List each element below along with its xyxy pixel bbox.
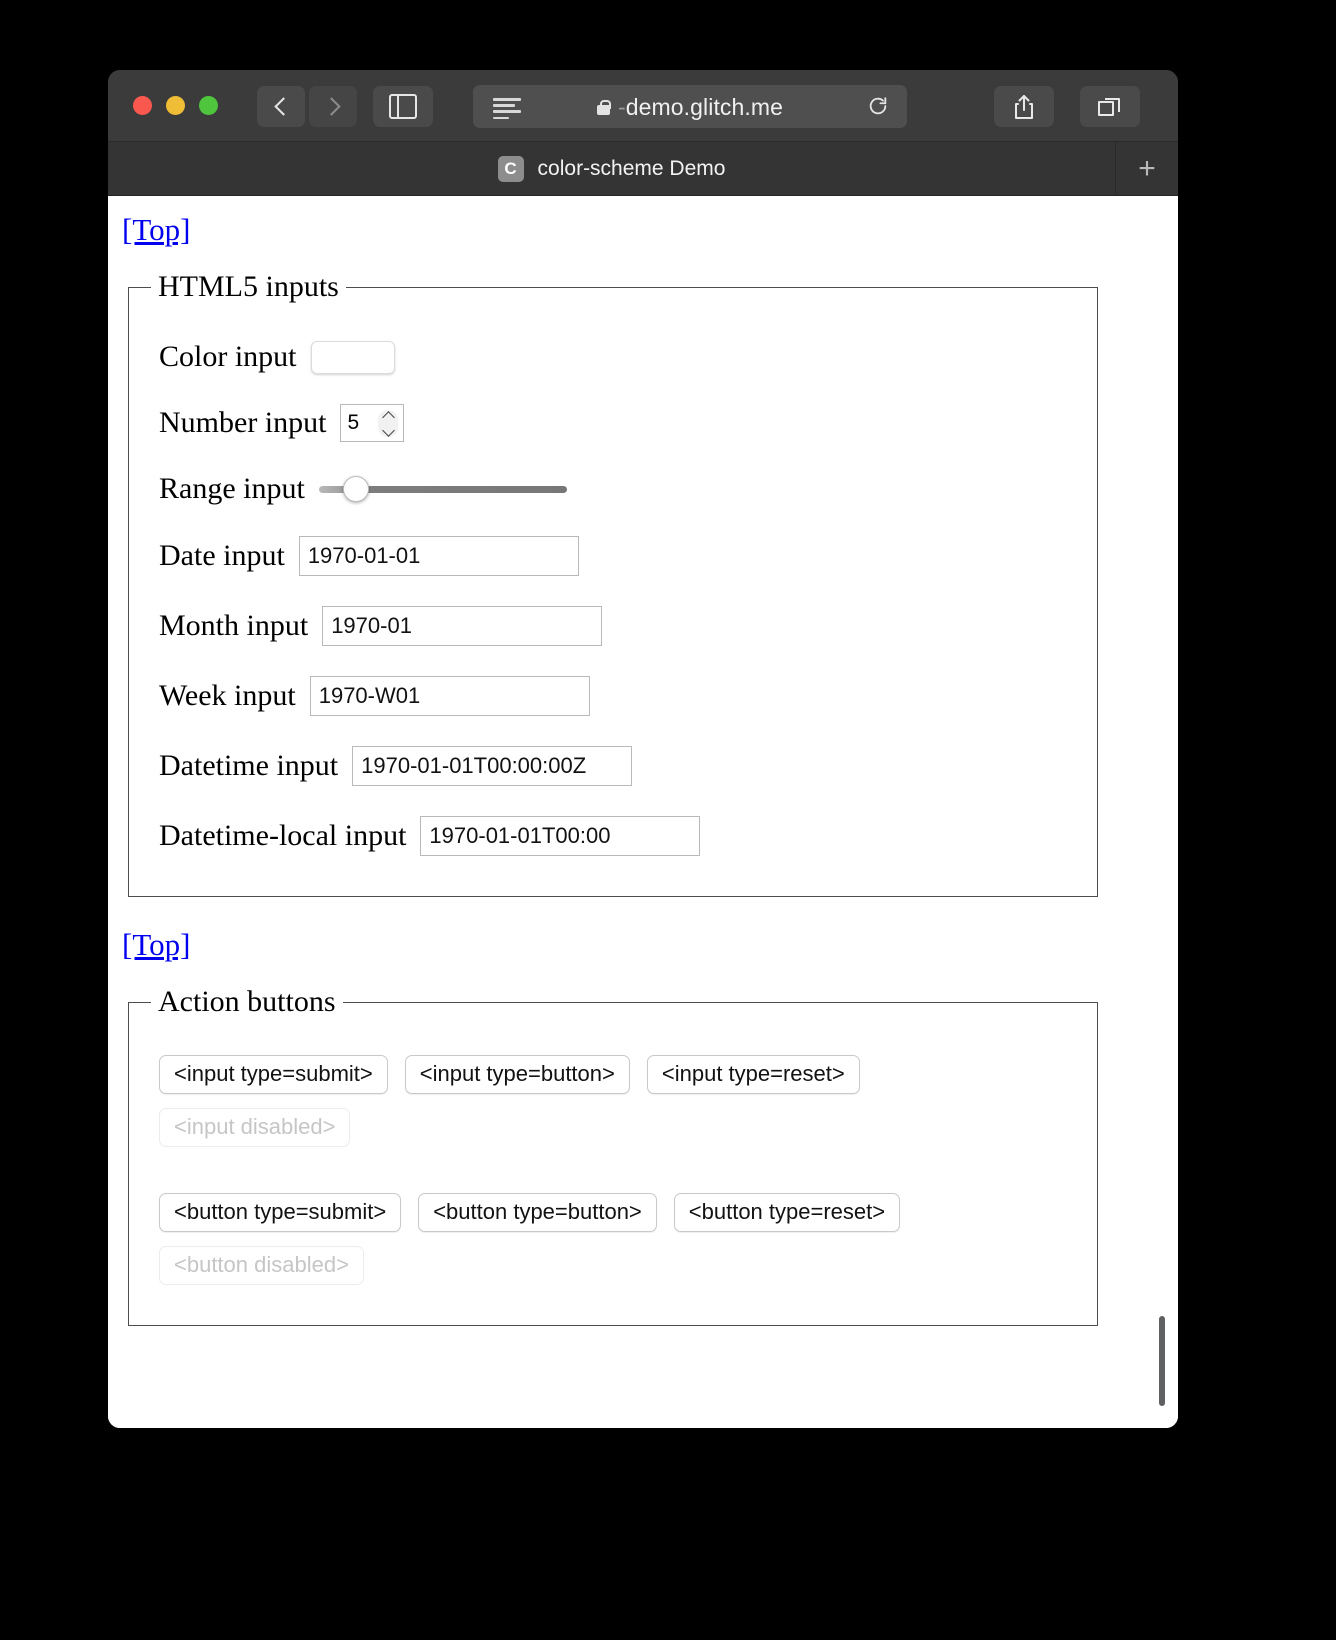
chevron-left-icon — [273, 97, 293, 116]
scrollbar-thumb[interactable] — [1159, 1316, 1165, 1406]
button-element-row: <button type=submit> <button type=button… — [159, 1193, 1067, 1232]
html5-inputs-fieldset: HTML5 inputs Color input Number input 5 — [128, 270, 1098, 897]
new-tab-button[interactable]: + — [1116, 142, 1178, 195]
label-datetime-local-input: Datetime-local input — [159, 819, 407, 852]
url-prefix: - — [617, 94, 626, 120]
chevron-up-icon[interactable] — [382, 410, 395, 424]
number-input-value: 5 — [347, 411, 360, 434]
action-buttons-fieldset: Action buttons <input type=submit> <inpu… — [128, 985, 1098, 1326]
button-disabled-row: <button disabled> — [159, 1246, 1067, 1285]
chevron-right-icon — [321, 97, 341, 116]
browser-window: -demo.glitch.me C color-scheme Demo + [T… — [108, 70, 1178, 1428]
sidebar-icon — [389, 94, 417, 119]
back-button[interactable] — [257, 86, 305, 127]
input-submit-button[interactable]: <input type=submit> — [159, 1055, 388, 1094]
sidebar-toggle-button[interactable] — [373, 86, 433, 127]
window-controls — [133, 96, 218, 115]
close-window-button[interactable] — [133, 96, 152, 115]
tab-color-scheme-demo[interactable]: C color-scheme Demo — [108, 142, 1116, 195]
input-disabled-button: <input disabled> — [159, 1108, 351, 1147]
address-bar-content: -demo.glitch.me — [473, 94, 907, 121]
page-viewport: [Top] HTML5 inputs Color input Number in… — [108, 196, 1178, 1428]
row-datetime-local-input: Datetime-local input 1970-01-01T00:00 — [159, 816, 1067, 856]
desktop-background: -demo.glitch.me C color-scheme Demo + [T… — [0, 0, 1336, 1640]
range-thumb[interactable] — [342, 476, 369, 502]
lock-icon — [596, 100, 611, 115]
input-button-button[interactable]: <input type=button> — [404, 1055, 630, 1094]
maximize-window-button[interactable] — [199, 96, 218, 115]
top-link-2[interactable]: [Top] — [122, 927, 190, 963]
url-host: demo.glitch.me — [625, 94, 784, 120]
button-reset-button[interactable]: <button type=reset> — [673, 1193, 901, 1232]
action-buttons-legend: Action buttons — [158, 985, 336, 1018]
row-date-input: Date input 1970-01-01 — [159, 536, 1067, 576]
label-range-input: Range input — [159, 472, 305, 505]
label-date-input: Date input — [159, 539, 285, 572]
vertical-scrollbar[interactable] — [1146, 196, 1178, 1428]
date-input-value: 1970-01-01 — [307, 543, 421, 568]
date-input[interactable]: 1970-01-01 — [298, 536, 579, 576]
range-input[interactable] — [318, 476, 567, 502]
label-datetime-input: Datetime input — [159, 749, 339, 782]
label-number-input: Number input — [159, 406, 327, 439]
tab-overview-button[interactable] — [1080, 86, 1140, 127]
row-month-input: Month input 1970-01 — [159, 606, 1067, 646]
browser-toolbar: -demo.glitch.me — [108, 70, 1178, 142]
datetime-input[interactable]: 1970-01-01T00:00:00Z — [352, 746, 633, 786]
reload-icon[interactable] — [867, 95, 889, 117]
number-spinner[interactable] — [378, 410, 399, 437]
button-button-button[interactable]: <button type=button> — [418, 1193, 657, 1232]
week-input-value: 1970-W01 — [318, 683, 421, 708]
input-reset-button[interactable]: <input type=reset> — [646, 1055, 860, 1094]
label-color-input: Color input — [159, 340, 297, 373]
row-week-input: Week input 1970-W01 — [159, 676, 1067, 716]
number-input[interactable]: 5 — [340, 404, 405, 442]
datetime-input-value: 1970-01-01T00:00:00Z — [361, 753, 587, 778]
input-button-row: <input type=submit> <input type=button> … — [159, 1055, 1067, 1094]
favicon-icon: C — [497, 155, 524, 182]
row-datetime-input: Datetime input 1970-01-01T00:00:00Z — [159, 746, 1067, 786]
label-month-input: Month input — [159, 609, 309, 642]
button-disabled-button: <button disabled> — [159, 1246, 364, 1285]
row-color-input: Color input — [159, 340, 1067, 374]
top-link-1[interactable]: [Top] — [122, 212, 190, 248]
minimize-window-button[interactable] — [166, 96, 185, 115]
button-submit-button[interactable]: <button type=submit> — [159, 1193, 402, 1232]
web-page: [Top] HTML5 inputs Color input Number in… — [108, 196, 1146, 1428]
forward-button[interactable] — [309, 86, 357, 127]
address-bar[interactable]: -demo.glitch.me — [473, 85, 907, 128]
tab-overview-icon — [1098, 97, 1120, 116]
month-input-value: 1970-01 — [331, 613, 412, 638]
datetime-local-input[interactable]: 1970-01-01T00:00 — [420, 816, 701, 856]
row-range-input: Range input — [159, 472, 1067, 506]
input-disabled-row: <input disabled> — [159, 1108, 1067, 1147]
share-icon — [1015, 94, 1033, 119]
html5-inputs-legend: HTML5 inputs — [158, 270, 339, 303]
row-number-input: Number input 5 — [159, 404, 1067, 442]
share-button[interactable] — [994, 86, 1054, 127]
label-week-input: Week input — [159, 679, 296, 712]
tab-bar: C color-scheme Demo + — [108, 142, 1178, 196]
color-input[interactable] — [310, 340, 395, 374]
tab-title: color-scheme Demo — [537, 156, 726, 180]
chevron-down-icon[interactable] — [382, 423, 395, 437]
datetime-local-input-value: 1970-01-01T00:00 — [429, 823, 611, 848]
month-input[interactable]: 1970-01 — [322, 606, 603, 646]
url-text: -demo.glitch.me — [618, 94, 783, 121]
week-input[interactable]: 1970-W01 — [309, 676, 590, 716]
